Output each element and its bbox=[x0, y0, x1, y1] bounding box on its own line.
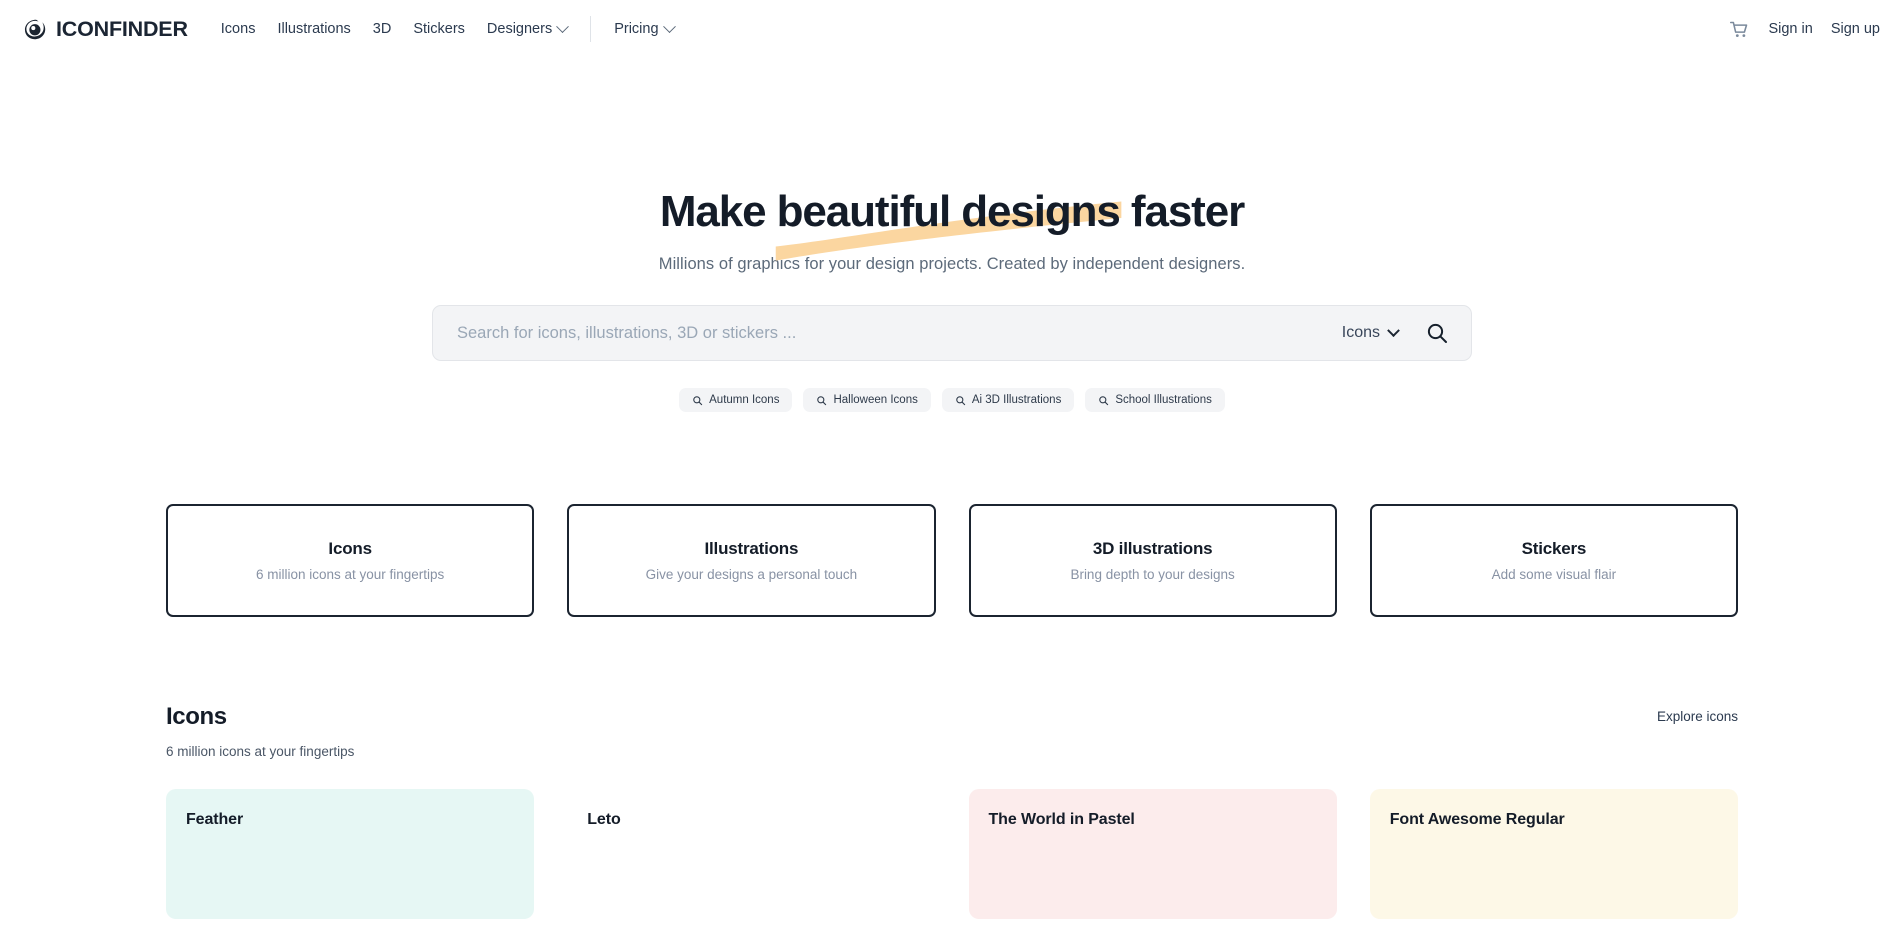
chevron-down-icon bbox=[556, 19, 570, 33]
headline-part-2: faster bbox=[1119, 187, 1245, 236]
search-submit-button[interactable] bbox=[1425, 321, 1449, 345]
category-card-3d-illustrations[interactable]: 3D illustrations Bring depth to your des… bbox=[968, 504, 1337, 618]
icons-section: Icons 6 million icons at your fingertips… bbox=[166, 617, 1738, 920]
icon-set-card[interactable]: The World in Pastel bbox=[968, 789, 1337, 920]
icon-set-card[interactable]: Font Awesome Regular bbox=[1369, 789, 1738, 920]
suggestion-chip[interactable]: Halloween Icons bbox=[803, 388, 931, 413]
headline-highlight-text: beautiful designs bbox=[776, 187, 1121, 236]
category-title: Illustrations bbox=[704, 539, 799, 559]
category-subtitle: 6 million icons at your fingertips bbox=[255, 567, 445, 583]
search-icon bbox=[956, 396, 966, 406]
suggestion-chip[interactable]: Ai 3D Illustrations bbox=[941, 388, 1075, 413]
suggestion-chip[interactable]: Autumn Icons bbox=[679, 388, 793, 413]
suggestion-label: School Illustrations bbox=[1115, 394, 1212, 407]
nav-label: Designers bbox=[486, 21, 553, 37]
main-navigation: Icons Illustrations 3D Stickers Designer… bbox=[210, 15, 685, 43]
nav-label: Stickers bbox=[413, 21, 465, 37]
suggestion-label: Ai 3D Illustrations bbox=[971, 394, 1062, 407]
search-suggestions: Autumn Icons Halloween Icons Ai 3D Illus… bbox=[0, 388, 1904, 413]
logo-home-link[interactable]: ICONFINDER bbox=[22, 16, 188, 43]
category-subtitle: Add some visual flair bbox=[1491, 567, 1617, 583]
nav-label: Icons bbox=[220, 21, 256, 37]
search-bar[interactable]: Icons bbox=[432, 305, 1472, 362]
search-icon bbox=[1427, 324, 1447, 344]
search-type-dropdown[interactable]: Icons bbox=[1341, 324, 1400, 342]
icon-set-card[interactable]: Leto bbox=[567, 789, 936, 920]
icon-set-name: The World in Pastel bbox=[988, 811, 1135, 829]
search-input[interactable] bbox=[457, 323, 1342, 343]
chevron-down-icon bbox=[1387, 324, 1400, 337]
search-type-label: Icons bbox=[1341, 324, 1380, 342]
search-icon bbox=[1099, 396, 1109, 406]
icon-set-cards: Feather Leto The World in Pastel Font Aw… bbox=[166, 789, 1738, 920]
category-title: Stickers bbox=[1521, 539, 1587, 559]
category-subtitle: Give your designs a personal touch bbox=[645, 567, 858, 583]
category-subtitle: Bring depth to your designs bbox=[1070, 567, 1235, 583]
nav-item-stickers[interactable]: Stickers bbox=[402, 15, 476, 43]
brand-name: ICONFINDER bbox=[56, 16, 188, 41]
search-icon bbox=[817, 396, 827, 406]
icon-set-card[interactable]: Feather bbox=[166, 789, 535, 920]
suggestion-chip[interactable]: School Illustrations bbox=[1085, 388, 1225, 413]
category-card-illustrations[interactable]: Illustrations Give your designs a person… bbox=[567, 504, 936, 618]
page-title: Make beautiful designs faster bbox=[659, 187, 1245, 261]
nav-item-pricing[interactable]: Pricing bbox=[603, 15, 684, 43]
section-title: Icons bbox=[166, 703, 227, 731]
category-cards: Icons 6 million icons at your fingertips… bbox=[166, 412, 1738, 618]
nav-item-3d[interactable]: 3D bbox=[362, 15, 403, 43]
nav-item-designers[interactable]: Designers bbox=[476, 15, 578, 43]
headline-highlight-group: beautiful designs bbox=[775, 187, 1121, 261]
iconfinder-eye-logo-icon bbox=[24, 19, 46, 39]
category-title: Icons bbox=[328, 539, 372, 559]
sign-in-link[interactable]: Sign in bbox=[1768, 21, 1812, 37]
nav-label: Illustrations bbox=[277, 21, 351, 37]
category-card-icons[interactable]: Icons 6 million icons at your fingertips bbox=[166, 504, 535, 618]
suggestion-label: Autumn Icons bbox=[709, 394, 780, 407]
suggestion-label: Halloween Icons bbox=[833, 394, 918, 407]
search-icon bbox=[693, 396, 703, 406]
section-header: Icons 6 million icons at your fingertips… bbox=[166, 703, 1738, 759]
hero-section: Make beautiful designs faster Millions o… bbox=[0, 58, 1904, 413]
headline-part-1: Make bbox=[659, 187, 777, 236]
icon-set-name: Feather bbox=[186, 811, 244, 829]
nav-divider bbox=[590, 16, 592, 42]
category-card-stickers[interactable]: Stickers Add some visual flair bbox=[1369, 504, 1738, 618]
hero-subtitle: Millions of graphics for your design pro… bbox=[658, 255, 1246, 274]
shopping-cart-icon[interactable] bbox=[1729, 19, 1750, 40]
nav-label: 3D bbox=[372, 21, 392, 37]
sign-up-link[interactable]: Sign up bbox=[1831, 21, 1880, 37]
icon-set-name: Leto bbox=[587, 811, 621, 829]
category-title: 3D illustrations bbox=[1092, 539, 1213, 559]
chevron-down-icon bbox=[662, 19, 676, 33]
section-subtitle: 6 million icons at your fingertips bbox=[166, 744, 355, 760]
explore-icons-link[interactable]: Explore icons bbox=[1657, 709, 1738, 724]
account-actions: Sign in Sign up bbox=[1729, 19, 1880, 40]
site-header: ICONFINDER Icons Illustrations 3D Sticke… bbox=[0, 0, 1904, 58]
nav-label: Pricing bbox=[614, 21, 659, 37]
section-heading-block: Icons 6 million icons at your fingertips bbox=[166, 703, 354, 759]
nav-item-illustrations[interactable]: Illustrations bbox=[266, 15, 361, 43]
icon-set-name: Font Awesome Regular bbox=[1389, 811, 1565, 829]
nav-item-icons[interactable]: Icons bbox=[210, 15, 267, 43]
